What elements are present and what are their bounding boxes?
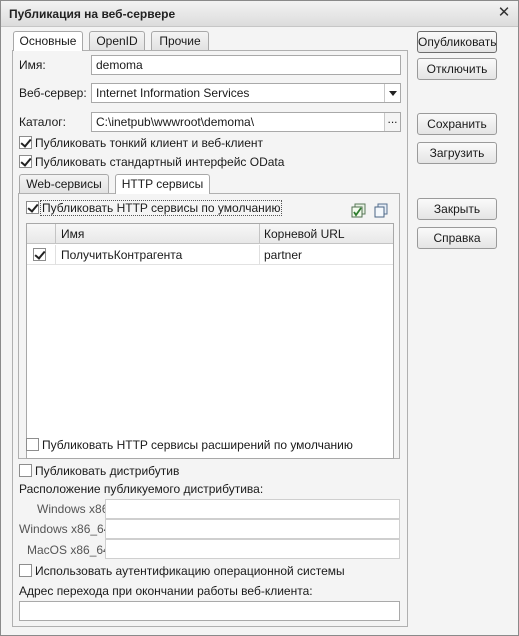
http-default-label: Публиковать HTTP сервисы по умолчанию [40,200,283,216]
column-url-header[interactable]: Корневой URL [264,227,345,241]
tab-main[interactable]: Основные [13,31,83,51]
publish-dialog: Публикация на веб-сервере ✕ Основные Ope… [0,0,519,636]
win64-field[interactable] [105,519,400,539]
tab-http-services[interactable]: HTTP сервисы [115,174,210,194]
mac64-label: MacOS x86_64: [27,543,114,557]
http-ext-checkbox[interactable] [26,438,39,451]
mac64-field[interactable] [105,539,400,559]
close-button[interactable]: Закрыть [417,198,497,220]
load-button[interactable]: Загрузить [417,142,497,164]
distrib-checkbox[interactable] [19,464,32,477]
table-header: Имя Корневой URL [27,224,393,244]
row-checkbox[interactable] [33,248,46,261]
distrib-location-label: Расположение публикуемого дистрибутива: [19,482,264,496]
tab-other[interactable]: Прочие [151,31,209,50]
close-icon[interactable]: ✕ [496,5,512,21]
os-auth-label: Использовать аутентификацию операционной… [35,564,345,578]
web-server-value: Internet Information Services [96,86,250,100]
check-all-icon[interactable] [351,203,367,219]
title-bar: Публикация на веб-сервере ✕ [1,1,518,27]
catalog-field[interactable]: C:\inetpub\wwwroot\demoma\ [91,112,401,132]
column-name-header[interactable]: Имя [61,227,84,241]
thin-client-label: Публиковать тонкий клиент и веб-клиент [35,136,264,150]
thin-client-checkbox[interactable] [19,136,32,149]
odata-label: Публиковать стандартный интерфейс OData [35,155,285,169]
table-row[interactable]: ПолучитьКонтрагента partner [27,245,393,265]
win86-label: Windows x86: [37,502,112,516]
name-field[interactable]: demoma [91,55,401,75]
exit-url-label: Адрес перехода при окончании работы веб-… [19,584,313,598]
win64-label: Windows x86_64: [19,522,114,536]
save-button[interactable]: Сохранить [417,113,497,135]
catalog-label: Каталог: [19,115,66,129]
win86-field[interactable] [105,499,400,519]
help-button[interactable]: Справка [417,227,497,249]
web-server-select[interactable]: Internet Information Services [91,83,401,103]
http-default-checkbox[interactable] [26,201,39,214]
distrib-label: Публиковать дистрибутив [35,464,180,478]
row-url: partner [264,248,303,262]
http-services-table[interactable]: Имя Корневой URL ПолучитьКонтрагента par… [26,223,394,459]
odata-checkbox[interactable] [19,155,32,168]
http-ext-label: Публиковать HTTP сервисы расширений по у… [42,438,353,452]
browse-button[interactable]: ... [384,113,400,131]
name-label: Имя: [19,58,46,72]
catalog-value: C:\inetpub\wwwroot\demoma\ [96,115,255,129]
copy-icon[interactable] [373,203,389,219]
disable-button[interactable]: Отключить [417,58,497,80]
chevron-down-icon[interactable] [384,84,400,102]
os-auth-checkbox[interactable] [19,564,32,577]
tab-openid[interactable]: OpenID [89,31,145,50]
publish-button[interactable]: Опубликовать [417,31,497,53]
row-name: ПолучитьКонтрагента [61,248,183,262]
exit-url-field[interactable] [19,601,400,621]
window-title: Публикация на веб-сервере [9,7,176,21]
tab-web-services[interactable]: Web-сервисы [19,174,109,193]
web-server-label: Веб-сервер: [19,86,87,100]
